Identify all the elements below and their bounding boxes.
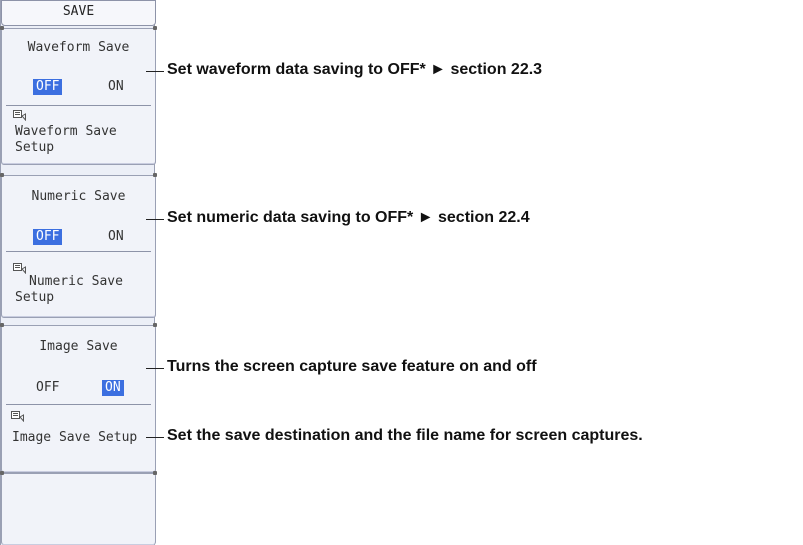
divider — [6, 105, 151, 106]
divider — [6, 404, 151, 405]
callout-image-save-setup: Set the save destination and the file na… — [167, 427, 643, 444]
image-save-label: Image Save — [39, 339, 118, 354]
callout-line-image-setup — [146, 437, 164, 438]
waveform-save-setup-line2: Setup — [15, 140, 55, 155]
waveform-save-off-option[interactable]: OFF — [33, 79, 63, 95]
callout-image-save: Turns the screen capture save feature on… — [167, 358, 537, 375]
save-softkey-panel: SAVE Waveform Save OFF ON Waveform Save … — [0, 0, 157, 545]
numeric-save-setup-line1: Numeric Save — [29, 274, 123, 289]
menu-title: SAVE — [1, 0, 156, 26]
image-save-off-option[interactable]: OFF — [33, 380, 62, 396]
callout-line-numeric — [146, 219, 164, 220]
callout-line-image — [146, 368, 164, 369]
numeric-save-off-option[interactable]: OFF — [33, 229, 63, 245]
setup-dialog-icon — [13, 263, 26, 274]
waveform-save-setup-line1: Waveform Save — [15, 124, 117, 139]
callout-line-waveform — [146, 71, 164, 72]
callout-numeric-save: Set numeric data saving to OFF* ► sectio… — [167, 209, 530, 226]
waveform-save-label: Waveform Save — [27, 40, 130, 55]
numeric-save-section: Numeric Save OFF ON Numeric Save Setup — [0, 173, 157, 318]
numeric-save-on-option[interactable]: ON — [105, 229, 127, 245]
image-save-setup-label: Image Save Setup — [12, 430, 138, 445]
callout-waveform-save: Set waveform data saving to OFF* ► secti… — [167, 61, 543, 78]
numeric-save-label: Numeric Save — [31, 189, 126, 204]
waveform-save-on-option[interactable]: ON — [105, 79, 127, 95]
divider — [6, 251, 151, 252]
image-save-setup-button[interactable]: Image Save Setup — [2, 406, 155, 471]
numeric-save-setup-button[interactable]: Numeric Save Setup — [2, 253, 155, 316]
waveform-save-section: Waveform Save OFF ON Waveform Save Setup — [0, 26, 157, 165]
waveform-save-setup-button[interactable]: Waveform Save Setup — [2, 107, 155, 164]
numeric-save-setup-line2: Setup — [15, 290, 55, 305]
image-save-section: Image Save OFF ON Image Save Setup — [0, 323, 157, 473]
setup-dialog-icon — [13, 110, 26, 121]
image-save-on-option[interactable]: ON — [102, 380, 124, 396]
setup-dialog-icon — [11, 411, 24, 422]
empty-softkey[interactable] — [0, 471, 157, 545]
